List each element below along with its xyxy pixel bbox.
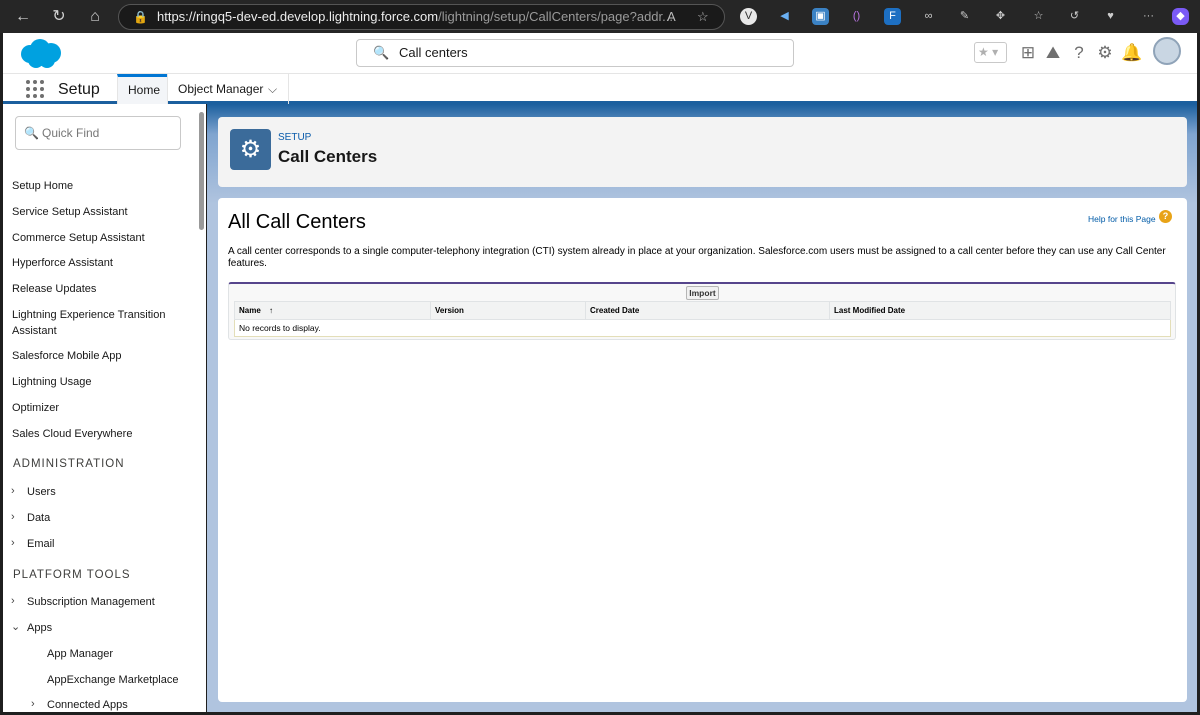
setup-sidebar: 🔍 Quick Find Setup Home Service Setup As… <box>3 104 206 712</box>
call-center-table: Name ↑ Version Created Date Last Modifie… <box>234 301 1171 337</box>
table-row: No records to display. <box>234 319 1171 337</box>
search-icon: 🔍 <box>24 126 39 140</box>
sidebar-item-service-setup-assistant[interactable]: Service Setup Assistant <box>12 204 187 220</box>
help-icon[interactable]: ? <box>1159 210 1172 223</box>
sidebar-item-salesforce-mobile-app[interactable]: Salesforce Mobile App <box>12 348 187 364</box>
help-for-this-page-link[interactable]: Help for this Page <box>1088 214 1156 224</box>
chevron-right-icon[interactable]: › <box>11 595 15 607</box>
call-centers-panel: All Call Centers Help for this Page ? A … <box>218 198 1187 702</box>
column-header-last-modified-date[interactable]: Last Modified Date <box>829 301 1171 320</box>
bell-icon[interactable]: 🔔 <box>1121 43 1142 63</box>
trailhead-icon[interactable]: ⛰ <box>1043 43 1063 63</box>
breadcrumb: SETUP <box>278 132 312 143</box>
global-header: 🔍 Call centers ★ ▾ ⊞ ⛰ ? ⚙ 🔔 <box>3 33 1197 74</box>
extension-sound-icon[interactable]: ◀ <box>776 8 793 25</box>
address-bar[interactable]: 🔒 https://ringq5-dev-ed.develop.lightnin… <box>118 4 725 30</box>
url-host: https://ringq5-dev-ed.develop.lightning.… <box>157 9 439 24</box>
sidebar-item-lightning-usage[interactable]: Lightning Usage <box>12 374 187 390</box>
call-center-list: Import Name ↑ Version Created Date Last … <box>228 282 1176 340</box>
extension-glasses-icon[interactable]: ∞ <box>920 8 937 25</box>
chevron-right-icon[interactable]: › <box>11 511 15 523</box>
copilot-icon[interactable]: ◆ <box>1172 8 1189 25</box>
sidebar-item-release-updates[interactable]: Release Updates <box>12 281 187 297</box>
page-title: Call Centers <box>278 147 378 166</box>
chevron-right-icon[interactable]: › <box>11 485 15 497</box>
avatar[interactable] <box>1153 37 1181 65</box>
column-header-version[interactable]: Version <box>430 301 586 320</box>
sidebar-item-optimizer[interactable]: Optimizer <box>12 400 187 416</box>
home-icon[interactable]: ⌂ <box>84 6 106 28</box>
column-name-label: Name <box>239 306 261 315</box>
main-content: ⚙ SETUP Call Centers All Call Centers He… <box>207 104 1197 712</box>
sidebar-item-setup-home[interactable]: Setup Home <box>12 178 187 194</box>
url-path: /lightning/setup/CallCenters/page?addr..… <box>438 9 673 24</box>
tab-object-manager[interactable]: Object Manager ⌵ <box>167 74 289 104</box>
browser-toolbar: ← ↻ ⌂ 🔒 https://ringq5-dev-ed.develop.li… <box>0 0 1200 33</box>
extension-screen-icon[interactable]: ▣ <box>812 8 829 25</box>
tab-home-label: Home <box>128 83 161 97</box>
sidebar-item-sales-cloud-everywhere[interactable]: Sales Cloud Everywhere <box>12 426 187 442</box>
reload-icon[interactable]: ↻ <box>48 6 70 28</box>
sidebar-item-users[interactable]: Users <box>27 484 202 500</box>
extension-v-icon[interactable]: V <box>740 8 757 25</box>
administration-heading: ADMINISTRATION <box>13 458 125 470</box>
chevron-down-icon[interactable]: ⌄ <box>11 620 20 633</box>
context-nav-bar: Setup Home Object Manager ⌵ <box>3 74 1197 104</box>
app-name: Setup <box>58 81 100 98</box>
extension-brackets-icon[interactable]: () <box>848 8 865 25</box>
sidebar-item-apps[interactable]: Apps <box>27 620 202 636</box>
empty-message: No records to display. <box>234 319 1171 337</box>
page-description: A call center corresponds to a single co… <box>228 246 1166 269</box>
chevron-right-icon[interactable]: › <box>31 698 35 710</box>
history-icon[interactable]: ↺ <box>1066 8 1083 25</box>
global-actions-icon[interactable]: ⊞ <box>1018 43 1038 63</box>
sidebar-item-hyperforce-assistant[interactable]: Hyperforce Assistant <box>12 255 187 271</box>
extension-fj-icon[interactable]: F <box>884 8 901 25</box>
sort-ascending-icon: ↑ <box>269 306 274 315</box>
salesforce-logo[interactable] <box>16 37 64 70</box>
tab-home[interactable]: Home <box>117 74 167 104</box>
sidebar-item-data[interactable]: Data <box>27 510 202 526</box>
list-heading: All Call Centers <box>228 211 366 233</box>
sidebar-item-appexchange-marketplace[interactable]: AppExchange Marketplace <box>47 672 206 688</box>
sidebar-item-subscription-management[interactable]: Subscription Management <box>27 594 202 610</box>
read-aloud-icon[interactable]: A <box>667 5 676 29</box>
gear-icon[interactable]: ⚙ <box>1095 43 1115 63</box>
quick-find-input[interactable]: 🔍 Quick Find <box>15 116 181 150</box>
import-button[interactable]: Import <box>686 286 719 300</box>
chevron-right-icon[interactable]: › <box>11 537 15 549</box>
tab-object-manager-label: Object Manager <box>178 82 264 96</box>
health-icon[interactable]: ♥ <box>1102 8 1119 25</box>
column-header-name[interactable]: Name ↑ <box>234 301 431 320</box>
global-search-value: Call centers <box>399 45 468 60</box>
sidebar-item-lightning-transition-assistant[interactable]: Lightning Experience Transition Assistan… <box>12 307 182 339</box>
platform-tools-heading: PLATFORM TOOLS <box>13 569 131 581</box>
app-launcher-icon[interactable] <box>26 80 44 98</box>
sidebar-item-commerce-setup-assistant[interactable]: Commerce Setup Assistant <box>12 230 187 246</box>
extensions-puzzle-icon[interactable]: ✥ <box>992 8 1009 25</box>
quick-find-placeholder: Quick Find <box>42 126 100 140</box>
lock-icon: 🔒 <box>133 10 148 24</box>
favorite-star-icon[interactable]: ☆ <box>697 5 709 29</box>
back-icon[interactable]: ← <box>12 6 34 28</box>
page-header: ⚙ SETUP Call Centers <box>218 117 1187 187</box>
favorites-button[interactable]: ★ ▾ <box>974 42 1007 63</box>
extension-pen-icon[interactable]: ✎ <box>956 8 973 25</box>
sidebar-item-app-manager[interactable]: App Manager <box>47 646 206 662</box>
help-icon[interactable]: ? <box>1069 43 1089 63</box>
sidebar-item-email[interactable]: Email <box>27 536 202 552</box>
search-icon: 🔍 <box>373 45 390 60</box>
more-options-icon[interactable]: ··· <box>1140 8 1157 25</box>
global-search-input[interactable]: 🔍 Call centers <box>356 39 794 67</box>
column-header-created-date[interactable]: Created Date <box>585 301 830 320</box>
gear-icon: ⚙ <box>230 129 271 170</box>
sidebar-scrollbar[interactable] <box>199 112 204 230</box>
sidebar-item-connected-apps[interactable]: Connected Apps <box>47 697 206 712</box>
favorites-icon[interactable]: ☆ <box>1030 8 1047 25</box>
chevron-down-icon[interactable]: ⌵ <box>268 74 277 104</box>
